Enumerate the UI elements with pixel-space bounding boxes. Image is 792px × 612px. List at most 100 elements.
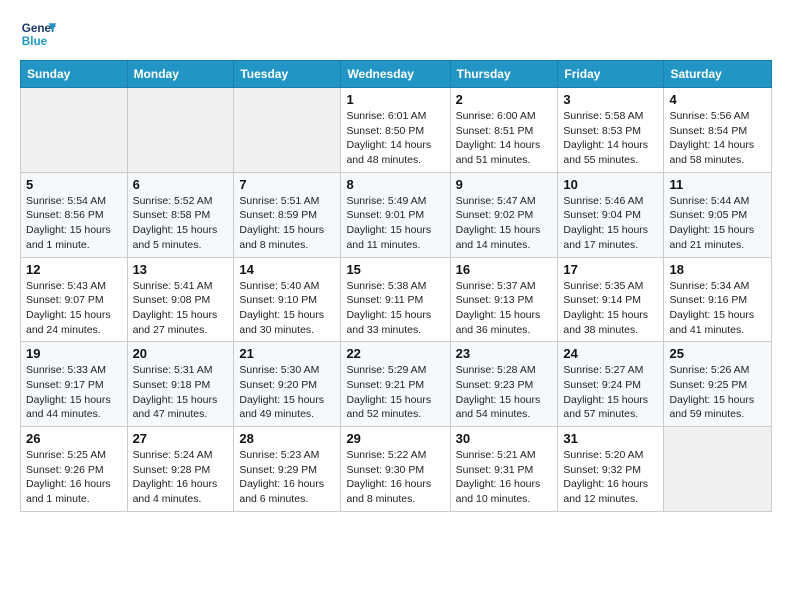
svg-text:Blue: Blue [22, 35, 48, 48]
day-cell: 19Sunrise: 5:33 AMSunset: 9:17 PMDayligh… [21, 342, 128, 427]
day-number: 2 [456, 92, 553, 107]
day-info: Sunrise: 5:41 AMSunset: 9:08 PMDaylight:… [133, 279, 229, 338]
day-info: Sunrise: 5:28 AMSunset: 9:23 PMDaylight:… [456, 363, 553, 422]
day-cell: 23 Sunrise: 5:28 AMSunset: 9:23 PMDayligh… [450, 342, 558, 427]
day-info: Sunrise: 5:52 AMSunset: 8:58 PMDaylight:… [133, 194, 229, 253]
day-number: 12 [26, 262, 122, 277]
day-cell: 8 Sunrise: 5:49 AMSunset: 9:01 PMDaylight… [341, 172, 450, 257]
day-info: Sunrise: 5:40 AMSunset: 9:10 PMDaylight:… [239, 279, 335, 338]
logo-icon: General Blue [20, 16, 56, 52]
day-number: 16 [456, 262, 553, 277]
day-info: Sunrise: 5:26 AMSunset: 9:25 PMDaylight:… [669, 363, 766, 422]
day-info: Sunrise: 5:34 AMSunset: 9:16 PMDaylight:… [669, 279, 766, 338]
day-info: Sunrise: 5:23 AMSunset: 9:29 PMDaylight:… [239, 448, 335, 507]
day-number: 30 [456, 431, 553, 446]
day-cell: 24Sunrise: 5:27 AMSunset: 9:24 PMDayligh… [558, 342, 664, 427]
day-info: Sunrise: 5:51 AMSunset: 8:59 PMDaylight:… [239, 194, 335, 253]
day-number: 3 [563, 92, 658, 107]
day-cell: 14 Sunrise: 5:40 AMSunset: 9:10 PMDayligh… [234, 257, 341, 342]
day-number: 7 [239, 177, 335, 192]
day-info: Sunrise: 5:54 AMSunset: 8:56 PMDaylight:… [26, 194, 122, 253]
day-cell: 5 Sunrise: 5:54 AMSunset: 8:56 PMDaylight… [21, 172, 128, 257]
day-cell: 28 Sunrise: 5:23 AMSunset: 9:29 PMDayligh… [234, 427, 341, 512]
day-info: Sunrise: 5:47 AMSunset: 9:02 PMDaylight:… [456, 194, 553, 253]
day-number: 20 [133, 346, 229, 361]
col-header-thursday: Thursday [450, 61, 558, 88]
day-info: Sunrise: 5:43 AMSunset: 9:07 PMDaylight:… [26, 279, 122, 338]
day-info: Sunrise: 5:22 AMSunset: 9:30 PMDaylight:… [346, 448, 444, 507]
day-cell: 17 Sunrise: 5:35 AMSunset: 9:14 PMDayligh… [558, 257, 664, 342]
day-cell: 16 Sunrise: 5:37 AMSunset: 9:13 PMDayligh… [450, 257, 558, 342]
week-row-1: 1Sunrise: 6:01 AMSunset: 8:50 PMDaylight… [21, 88, 772, 173]
logo: General Blue [20, 16, 56, 52]
day-info: Sunrise: 5:35 AMSunset: 9:14 PMDaylight:… [563, 279, 658, 338]
week-row-5: 26 Sunrise: 5:25 AMSunset: 9:26 PMDayligh… [21, 427, 772, 512]
col-header-sunday: Sunday [21, 61, 128, 88]
day-cell: 27 Sunrise: 5:24 AMSunset: 9:28 PMDayligh… [127, 427, 234, 512]
day-info: Sunrise: 5:46 AMSunset: 9:04 PMDaylight:… [563, 194, 658, 253]
day-info: Sunrise: 5:25 AMSunset: 9:26 PMDaylight:… [26, 448, 122, 507]
day-cell: 4Sunrise: 5:56 AMSunset: 8:54 PMDaylight… [664, 88, 772, 173]
day-info: Sunrise: 5:20 AMSunset: 9:32 PMDaylight:… [563, 448, 658, 507]
day-cell [127, 88, 234, 173]
day-info: Sunrise: 5:29 AMSunset: 9:21 PMDaylight:… [346, 363, 444, 422]
day-number: 6 [133, 177, 229, 192]
day-number: 28 [239, 431, 335, 446]
day-cell: 22 Sunrise: 5:29 AMSunset: 9:21 PMDayligh… [341, 342, 450, 427]
day-number: 14 [239, 262, 335, 277]
day-number: 22 [346, 346, 444, 361]
day-cell [21, 88, 128, 173]
day-number: 5 [26, 177, 122, 192]
day-cell [234, 88, 341, 173]
day-number: 15 [346, 262, 444, 277]
day-cell: 13 Sunrise: 5:41 AMSunset: 9:08 PMDayligh… [127, 257, 234, 342]
day-cell: 25Sunrise: 5:26 AMSunset: 9:25 PMDayligh… [664, 342, 772, 427]
week-row-4: 19Sunrise: 5:33 AMSunset: 9:17 PMDayligh… [21, 342, 772, 427]
day-cell: 18 Sunrise: 5:34 AMSunset: 9:16 PMDayligh… [664, 257, 772, 342]
col-header-wednesday: Wednesday [341, 61, 450, 88]
day-info: Sunrise: 5:24 AMSunset: 9:28 PMDaylight:… [133, 448, 229, 507]
calendar-table: SundayMondayTuesdayWednesdayThursdayFrid… [20, 60, 772, 512]
col-header-tuesday: Tuesday [234, 61, 341, 88]
week-row-2: 5 Sunrise: 5:54 AMSunset: 8:56 PMDaylight… [21, 172, 772, 257]
day-number: 1 [346, 92, 444, 107]
day-number: 29 [346, 431, 444, 446]
day-info: Sunrise: 5:21 AMSunset: 9:31 PMDaylight:… [456, 448, 553, 507]
day-cell: 21Sunrise: 5:30 AMSunset: 9:20 PMDayligh… [234, 342, 341, 427]
day-number: 31 [563, 431, 658, 446]
day-info: Sunrise: 5:49 AMSunset: 9:01 PMDaylight:… [346, 194, 444, 253]
day-cell: 20 Sunrise: 5:31 AMSunset: 9:18 PMDayligh… [127, 342, 234, 427]
day-cell: 30 Sunrise: 5:21 AMSunset: 9:31 PMDayligh… [450, 427, 558, 512]
day-cell: 7 Sunrise: 5:51 AMSunset: 8:59 PMDaylight… [234, 172, 341, 257]
col-header-saturday: Saturday [664, 61, 772, 88]
day-number: 18 [669, 262, 766, 277]
day-cell: 15Sunrise: 5:38 AMSunset: 9:11 PMDayligh… [341, 257, 450, 342]
day-number: 26 [26, 431, 122, 446]
day-number: 23 [456, 346, 553, 361]
day-info: Sunrise: 5:56 AMSunset: 8:54 PMDaylight:… [669, 109, 766, 168]
day-cell [664, 427, 772, 512]
day-number: 17 [563, 262, 658, 277]
week-row-3: 12 Sunrise: 5:43 AMSunset: 9:07 PMDayligh… [21, 257, 772, 342]
day-cell: 26 Sunrise: 5:25 AMSunset: 9:26 PMDayligh… [21, 427, 128, 512]
col-header-friday: Friday [558, 61, 664, 88]
day-cell: 31 Sunrise: 5:20 AMSunset: 9:32 PMDayligh… [558, 427, 664, 512]
day-info: Sunrise: 5:44 AMSunset: 9:05 PMDaylight:… [669, 194, 766, 253]
day-cell: 29 Sunrise: 5:22 AMSunset: 9:30 PMDayligh… [341, 427, 450, 512]
day-number: 9 [456, 177, 553, 192]
day-cell: 11 Sunrise: 5:44 AMSunset: 9:05 PMDayligh… [664, 172, 772, 257]
page-header: General Blue [20, 16, 772, 52]
day-info: Sunrise: 5:31 AMSunset: 9:18 PMDaylight:… [133, 363, 229, 422]
day-cell: 6 Sunrise: 5:52 AMSunset: 8:58 PMDaylight… [127, 172, 234, 257]
day-number: 13 [133, 262, 229, 277]
day-info: Sunrise: 5:58 AMSunset: 8:53 PMDaylight:… [563, 109, 658, 168]
day-number: 27 [133, 431, 229, 446]
day-info: Sunrise: 5:27 AMSunset: 9:24 PMDaylight:… [563, 363, 658, 422]
day-cell: 9 Sunrise: 5:47 AMSunset: 9:02 PMDaylight… [450, 172, 558, 257]
day-cell: 10Sunrise: 5:46 AMSunset: 9:04 PMDayligh… [558, 172, 664, 257]
day-number: 11 [669, 177, 766, 192]
day-cell: 12 Sunrise: 5:43 AMSunset: 9:07 PMDayligh… [21, 257, 128, 342]
day-cell: 1Sunrise: 6:01 AMSunset: 8:50 PMDaylight… [341, 88, 450, 173]
day-number: 8 [346, 177, 444, 192]
day-info: Sunrise: 5:37 AMSunset: 9:13 PMDaylight:… [456, 279, 553, 338]
